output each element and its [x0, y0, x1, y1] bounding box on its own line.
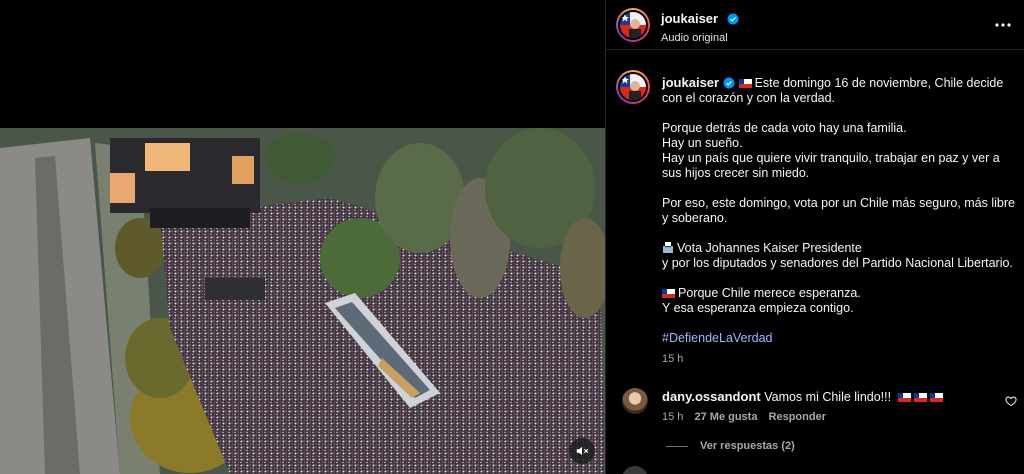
caption-line: Y esa esperanza empieza contigo. — [662, 301, 854, 315]
chile-flag-icon — [929, 393, 943, 402]
replies-divider — [666, 445, 688, 447]
author-photo — [620, 74, 646, 100]
caption-line: Vota Johannes Kaiser Presidente — [677, 241, 862, 255]
post-header: joukaiser Audio original — [606, 0, 1024, 50]
author-photo — [620, 12, 646, 38]
comment-timestamp[interactable]: 15 h — [662, 411, 683, 423]
caption-username[interactable]: joukaiser — [662, 75, 719, 90]
rally-aerial-photo — [0, 128, 605, 474]
commenter-username[interactable]: dany.ossandont — [662, 389, 761, 404]
caption-line: Hay un país que quiere vivir tranquilo, … — [662, 151, 1000, 180]
author-avatar[interactable] — [616, 8, 650, 42]
caption-line: Porque detrás de cada voto hay una famil… — [662, 121, 907, 135]
ballot-box-icon — [662, 242, 674, 253]
like-comment-button[interactable] — [1005, 394, 1019, 408]
comment-likes[interactable]: 27 Me gusta — [694, 411, 757, 423]
chile-flag-icon — [913, 393, 927, 402]
chile-flag-icon — [662, 289, 675, 298]
muted-speaker-icon — [576, 446, 589, 456]
audio-label[interactable]: Audio original — [661, 32, 739, 44]
caption-line: Por eso, este domingo, vota por un Chile… — [662, 196, 1015, 225]
mute-button[interactable] — [569, 438, 595, 464]
author-username[interactable]: joukaiser — [661, 11, 718, 26]
chile-flag-icon — [738, 79, 752, 88]
view-replies-button[interactable]: Ver respuestas (2) — [666, 440, 795, 452]
reply-button[interactable]: Responder — [769, 411, 826, 423]
post-media[interactable] — [0, 0, 605, 474]
heart-icon — [1005, 396, 1017, 407]
verified-badge-icon — [723, 77, 735, 89]
more-options-icon — [995, 23, 1011, 27]
view-replies-label: Ver respuestas (2) — [700, 440, 795, 452]
comment-item: dany.ossandont Vamos mi Chile lindo!!! 1… — [606, 384, 1024, 444]
post-sidebar: joukaiser Audio original joukaiser Este … — [605, 0, 1024, 474]
hashtag-link[interactable]: #DefiendeLaVerdad — [662, 331, 773, 345]
chile-flag-icon — [897, 393, 911, 402]
caption-line: Porque Chile merece esperanza. — [678, 286, 861, 300]
caption-line: y por los diputados y senadores del Part… — [662, 256, 1013, 270]
commenter-avatar[interactable] — [622, 388, 648, 414]
caption-timestamp[interactable]: 15 h — [662, 352, 1018, 367]
verified-badge-icon — [727, 13, 739, 25]
caption-line: Hay un sueño. — [662, 136, 743, 150]
comment-text: Vamos mi Chile lindo!!! — [764, 390, 892, 404]
caption-author-avatar[interactable] — [616, 70, 650, 104]
caption-text: joukaiser Este domingo 16 de noviembre, … — [662, 75, 1018, 367]
next-commenter-avatar[interactable] — [622, 466, 648, 474]
more-options-button[interactable] — [993, 15, 1013, 35]
